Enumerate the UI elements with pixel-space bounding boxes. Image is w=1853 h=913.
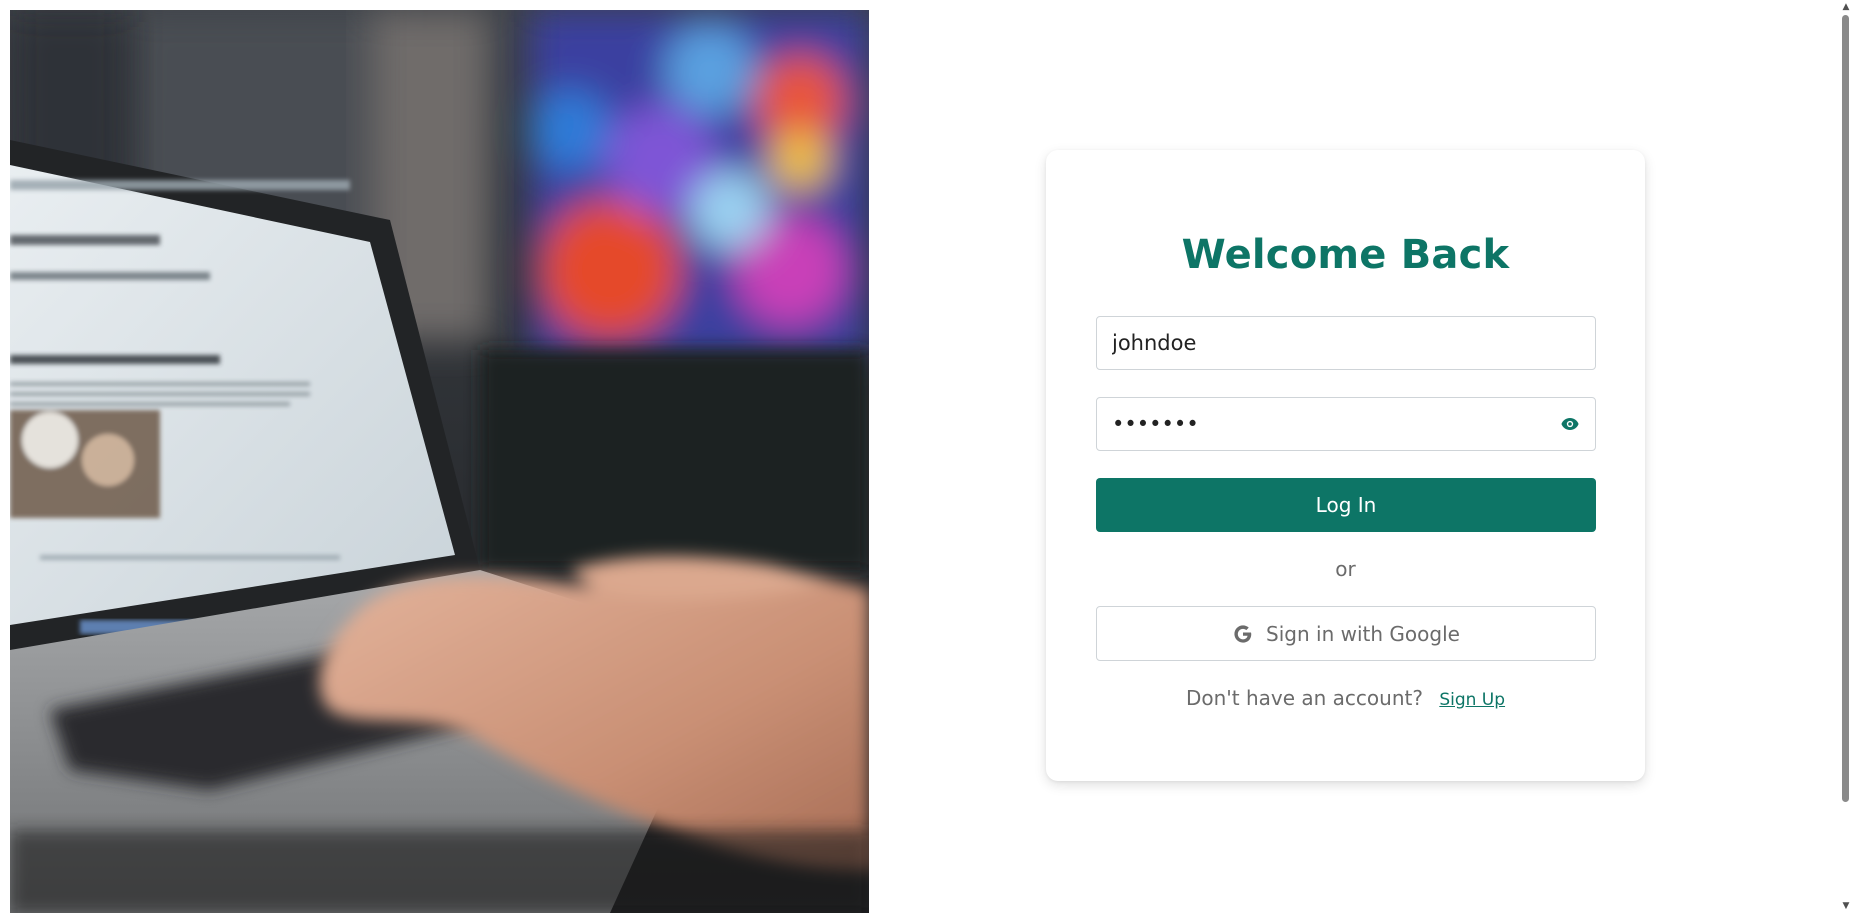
google-icon (1232, 623, 1254, 645)
password-input[interactable] (1097, 398, 1595, 450)
username-field[interactable] (1096, 316, 1596, 370)
or-divider: or (1335, 557, 1356, 581)
page-title: Welcome Back (1181, 232, 1510, 278)
scrollbar-thumb[interactable] (1842, 15, 1849, 802)
hero-photo (10, 10, 869, 913)
signup-prompt: Don't have an account? (1185, 686, 1423, 710)
login-card: Welcome Back Log In or Sign in wit (1046, 150, 1645, 781)
password-field[interactable] (1096, 397, 1596, 451)
username-input[interactable] (1097, 317, 1595, 369)
signup-link[interactable]: Sign Up (1439, 690, 1505, 710)
page-scrollbar[interactable]: ▲ ▼ (1839, 0, 1853, 913)
laptop-blog-photo (10, 10, 869, 913)
chevron-up-icon[interactable]: ▲ (1839, 0, 1853, 14)
signup-row: Don't have an account? Sign Up (1046, 686, 1645, 710)
google-sign-in-label: Sign in with Google (1266, 621, 1460, 646)
eye-icon[interactable] (1559, 413, 1581, 435)
login-button[interactable]: Log In (1096, 478, 1596, 532)
google-sign-in-button[interactable]: Sign in with Google (1096, 606, 1596, 661)
chevron-down-icon[interactable]: ▼ (1839, 899, 1853, 913)
login-page: Welcome Back Log In or Sign in wit (0, 0, 1853, 913)
